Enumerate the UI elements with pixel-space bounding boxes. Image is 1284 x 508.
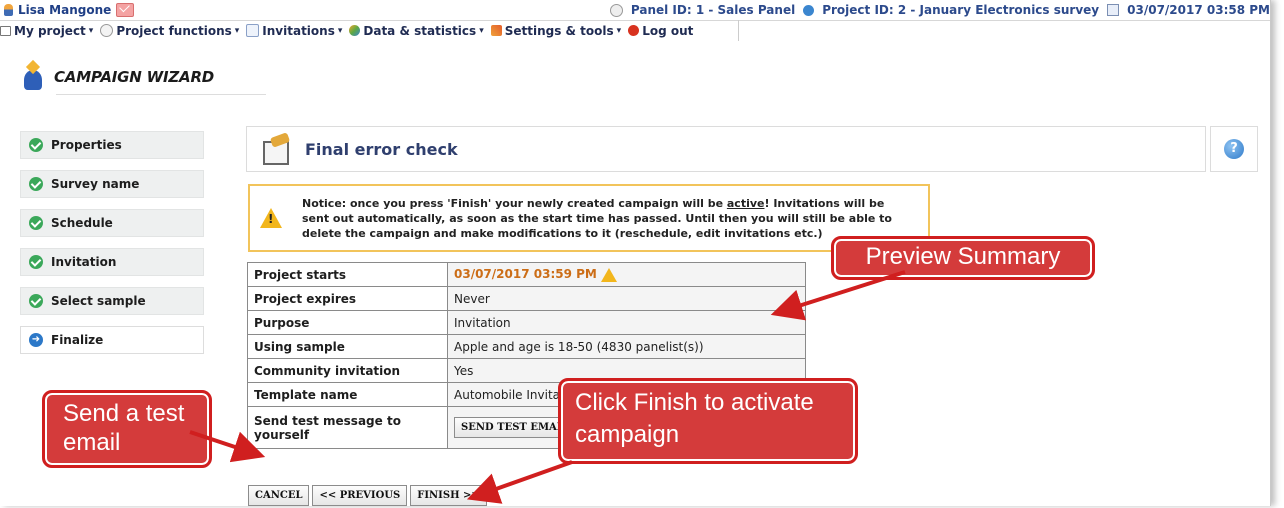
check-circle-icon xyxy=(29,138,43,152)
project-id[interactable]: Project ID: 2 - January Electronics surv… xyxy=(822,3,1099,17)
caret-down-icon: ▾ xyxy=(479,25,484,36)
checklist-icon xyxy=(261,135,291,165)
notice-box: Notice: once you press 'Finish' your new… xyxy=(248,184,930,252)
table-row: Project expires Never xyxy=(247,286,806,311)
user-icon xyxy=(4,4,13,16)
mail-icon[interactable] xyxy=(116,3,135,17)
context-info: Panel ID: 1 - Sales Panel Project ID: 2 … xyxy=(609,3,1270,17)
app-window: Lisa Mangone Panel ID: 1 - Sales Panel P… xyxy=(0,0,1271,506)
help-icon: ? xyxy=(1224,139,1244,159)
wizard-logo-icon xyxy=(20,62,46,92)
step-label: Properties xyxy=(51,138,122,152)
caret-down-icon: ▾ xyxy=(88,25,94,36)
caret-down-icon: ▾ xyxy=(337,25,343,36)
wizard-title: CAMPAIGN WIZARD xyxy=(54,68,215,86)
table-row: Purpose Invitation xyxy=(247,310,806,335)
menu-label: My project xyxy=(14,23,86,38)
warning-icon xyxy=(600,267,617,282)
row-value: 03/07/2017 03:59 PM xyxy=(447,262,806,287)
wizard-header: CAMPAIGN WIZARD xyxy=(20,62,214,92)
main-menu: My project ▾ Project functions ▾ Invitat… xyxy=(0,20,739,41)
check-circle-icon xyxy=(29,294,43,308)
menu-settings-tools[interactable]: Settings & tools ▾ xyxy=(490,23,622,38)
user-bar: Lisa Mangone Panel ID: 1 - Sales Panel P… xyxy=(0,0,1270,21)
step-label: Invitation xyxy=(51,255,117,269)
home-icon xyxy=(0,25,11,36)
step-label: Schedule xyxy=(51,216,113,230)
check-circle-icon xyxy=(29,216,43,230)
step-schedule[interactable]: Schedule xyxy=(20,209,204,237)
step-label: Select sample xyxy=(51,294,146,308)
table-row: Using sample Apple and age is 18-50 (483… xyxy=(247,334,806,359)
menu-data-statistics[interactable]: Data & statistics ▾ xyxy=(349,23,484,38)
project-icon xyxy=(803,4,815,16)
current-datetime: 03/07/2017 03:58 PM xyxy=(1127,3,1270,17)
notice-emphasis: active xyxy=(726,196,765,210)
step-label: Finalize xyxy=(51,333,104,347)
calendar-icon xyxy=(1107,4,1120,16)
notice-text-start: Notice: once you press 'Finish' your new… xyxy=(302,196,727,210)
menu-invitations[interactable]: Invitations ▾ xyxy=(246,24,342,38)
user-name[interactable]: Lisa Mangone xyxy=(18,3,111,17)
start-date-value: 03/07/2017 03:59 PM xyxy=(454,267,597,282)
user-info: Lisa Mangone xyxy=(4,3,135,17)
row-key: Template name xyxy=(247,382,448,407)
project-functions-icon xyxy=(100,24,114,37)
menu-label: Data & statistics xyxy=(363,23,477,38)
warning-icon xyxy=(260,208,282,228)
callout-send-test-email: Send a test email xyxy=(42,390,212,468)
panel-header: Final error check xyxy=(246,126,1206,172)
data-statistics-icon xyxy=(349,25,361,36)
arrow-right-circle-icon: ➜ xyxy=(29,333,43,347)
row-value: Invitation xyxy=(447,310,806,335)
arrow-to-finish xyxy=(466,460,573,504)
finish-button[interactable]: FINISH >> xyxy=(410,485,487,506)
row-value: Never xyxy=(447,286,806,311)
menu-log-out[interactable]: Log out xyxy=(628,24,693,38)
step-properties[interactable]: Properties xyxy=(20,131,204,159)
step-invitation[interactable]: Invitation xyxy=(20,248,204,276)
caret-down-icon: ▾ xyxy=(234,25,240,36)
help-button[interactable]: ? xyxy=(1210,126,1258,172)
wizard-steps: Properties Survey name Schedule Invitati… xyxy=(20,131,204,365)
row-key: Using sample xyxy=(247,334,448,359)
row-key: Community invitation xyxy=(247,358,448,383)
menu-my-project[interactable]: My project ▾ xyxy=(0,24,93,38)
row-key: Send test message to yourself xyxy=(247,406,448,449)
callout-preview-summary: Preview Summary xyxy=(831,236,1095,280)
step-label: Survey name xyxy=(51,177,140,191)
caret-down-icon: ▾ xyxy=(616,25,622,36)
header-divider xyxy=(56,94,266,95)
row-key: Project expires xyxy=(247,286,448,311)
menu-label: Project functions xyxy=(116,23,232,38)
menu-label: Invitations xyxy=(262,23,335,38)
step-select-sample[interactable]: Select sample xyxy=(20,287,204,315)
menu-label: Log out xyxy=(642,23,694,38)
panel-id[interactable]: Panel ID: 1 - Sales Panel xyxy=(631,3,795,17)
envelope-icon xyxy=(246,24,260,37)
panel-icon xyxy=(609,3,623,17)
row-value: Apple and age is 18-50 (4830 panelist(s)… xyxy=(447,334,806,359)
tools-icon xyxy=(490,25,502,36)
check-circle-icon xyxy=(29,177,43,191)
page-title: Final error check xyxy=(305,139,458,159)
cancel-button[interactable]: CANCEL xyxy=(248,485,310,506)
callout-click-finish: Click Finish to activate campaign xyxy=(558,378,858,464)
wizard-actions: CANCEL << PREVIOUS FINISH >> xyxy=(248,485,487,506)
notice-text: Notice: once you press 'Finish' your new… xyxy=(302,196,902,241)
check-circle-icon xyxy=(29,255,43,269)
row-key: Project starts xyxy=(247,262,448,287)
table-row: Project starts 03/07/2017 03:59 PM xyxy=(247,262,806,287)
previous-button[interactable]: << PREVIOUS xyxy=(312,485,408,506)
step-survey-name[interactable]: Survey name xyxy=(20,170,204,198)
step-finalize[interactable]: ➜ Finalize xyxy=(20,326,204,354)
menu-project-functions[interactable]: Project functions ▾ xyxy=(100,24,239,38)
row-key: Purpose xyxy=(247,310,448,335)
logout-icon xyxy=(628,25,640,36)
menu-label: Settings & tools xyxy=(504,23,614,38)
